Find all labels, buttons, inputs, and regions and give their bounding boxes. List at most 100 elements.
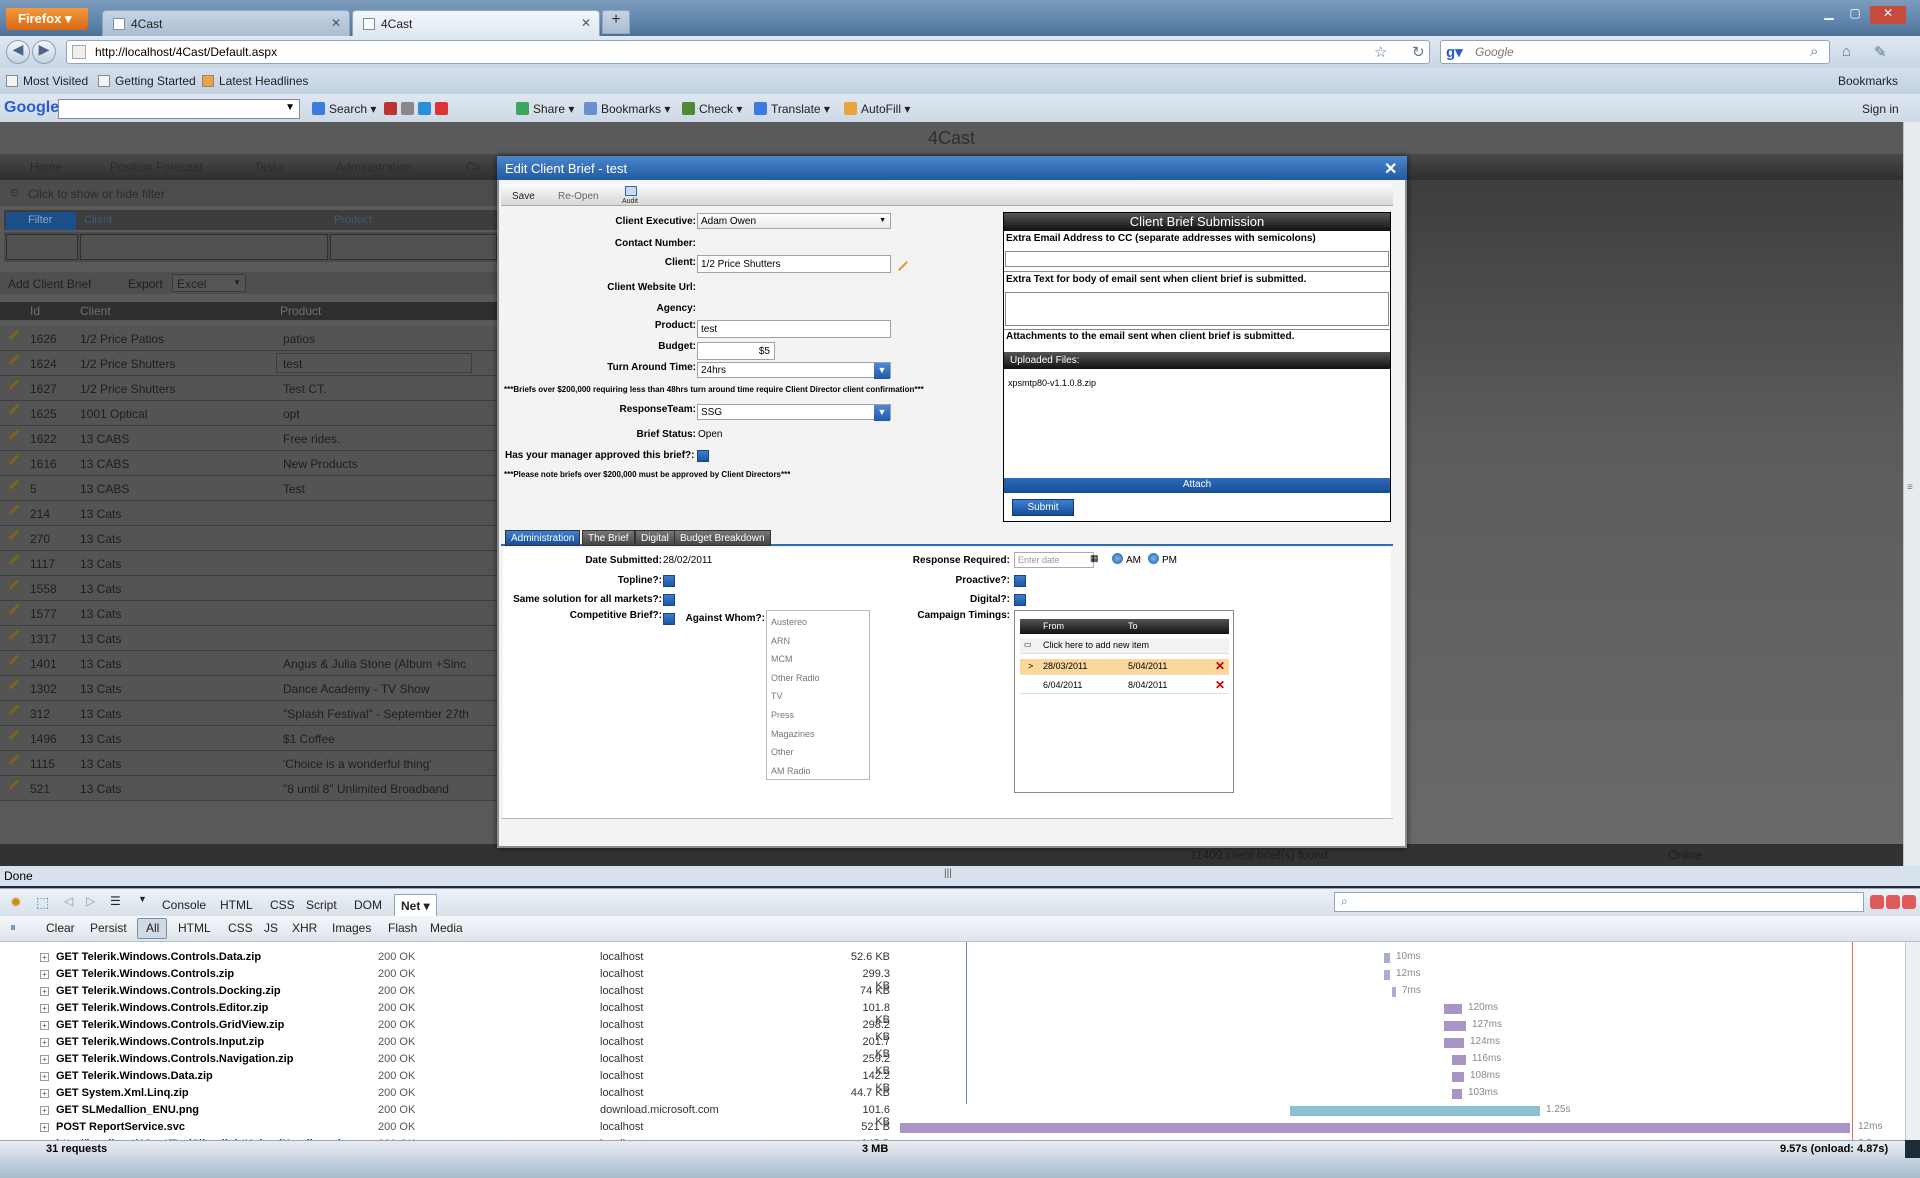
delete-icon[interactable]: ✕	[1215, 659, 1225, 673]
url-bar[interactable]: http://localhost/4Cast/Default.aspx	[66, 40, 1430, 64]
table-row[interactable]: 1496 13 Cats $1 Coffee	[0, 726, 497, 751]
calendar-icon[interactable]: ▦	[1090, 553, 1100, 567]
net-request-row[interactable]: + GET Telerik.Windows.Controls.Input.zip 2…	[0, 1034, 1905, 1060]
net-request-row[interactable]: + GET Telerik.Windows.Controls.GridView.z…	[0, 1017, 1905, 1043]
net-filter-images[interactable]: Images	[332, 921, 371, 935]
expand-icon[interactable]: +	[40, 970, 49, 979]
expand-icon[interactable]: +	[40, 953, 49, 962]
expand-icon[interactable]: +	[40, 1123, 49, 1132]
google-search-engine-icon[interactable]: g▾	[1446, 43, 1463, 61]
against-whom-option[interactable]: Press	[771, 710, 794, 720]
table-row[interactable]: 1577 13 Cats	[0, 601, 497, 626]
campaign-row[interactable]: >28/03/2011 5/04/2011 ✕	[1020, 659, 1229, 675]
request-url[interactable]: GET Telerik.Windows.Controls.Docking.zip	[56, 985, 281, 997]
inspect-icon[interactable]: ⬚	[36, 894, 49, 911]
edit-icon[interactable]	[8, 604, 20, 615]
close-tab-icon[interactable]: ✕	[331, 16, 341, 30]
menu-tasks[interactable]: Tasks	[254, 160, 285, 174]
google-search-button[interactable]: Search ▾	[312, 102, 376, 116]
expand-icon[interactable]: +	[40, 1038, 49, 1047]
edit-icon[interactable]	[8, 504, 20, 515]
edit-icon[interactable]	[8, 379, 20, 390]
response-team-select[interactable]: SSG ▼	[697, 404, 891, 421]
edit-icon[interactable]	[8, 404, 20, 415]
column-header-id[interactable]: Id	[30, 304, 40, 318]
budget-field[interactable]: $5	[697, 342, 775, 360]
fb-tab-dom[interactable]: DOM	[354, 898, 382, 912]
column-header-to[interactable]: To	[1128, 621, 1138, 631]
client-field[interactable]: 1/2 Price Shutters	[697, 255, 891, 273]
expand-icon[interactable]: +	[40, 1004, 49, 1013]
menu-position-forecast[interactable]: Position Forecast	[110, 160, 203, 174]
save-button[interactable]: Save	[512, 191, 535, 202]
browser-tab-2[interactable]: 4Cast ✕	[352, 10, 600, 36]
table-row[interactable]: 1317 13 Cats	[0, 626, 497, 651]
detach-firebug-icon[interactable]	[1886, 895, 1900, 909]
google-signin-button[interactable]: Sign in	[1862, 102, 1899, 116]
request-url[interactable]: GET SLMedallion_ENU.png	[56, 1104, 199, 1116]
tab-digital[interactable]: Digital	[635, 530, 675, 546]
google-toolbar-search-input[interactable]: ▼	[58, 99, 300, 119]
against-whom-option[interactable]: TV	[771, 691, 783, 701]
edit-icon[interactable]	[8, 354, 20, 365]
tab-administration[interactable]: Administration	[505, 530, 581, 546]
expand-icon[interactable]: +	[40, 1089, 49, 1098]
tab-the-brief[interactable]: The Brief	[582, 530, 635, 546]
fb-tab-css[interactable]: CSS	[270, 898, 295, 912]
maximize-icon[interactable]: ▢	[1844, 6, 1866, 24]
bookmark-latest-headlines[interactable]: Latest Headlines	[202, 74, 308, 88]
google-bookmarks-button[interactable]: Bookmarks ▾	[584, 102, 670, 116]
menu-administration[interactable]: Administration	[336, 160, 412, 174]
expand-icon[interactable]: +	[40, 1072, 49, 1081]
bookmarks-menu[interactable]: Bookmarks	[1838, 74, 1898, 88]
new-tab-button[interactable]: +	[602, 10, 630, 34]
edit-icon[interactable]	[8, 329, 20, 340]
filter-toggle-bar[interactable]: ⊙ Click to show or hide filter	[0, 180, 497, 206]
minimize-firebug-icon[interactable]	[1870, 895, 1884, 909]
turnaround-select[interactable]: 24hrs ▼	[697, 362, 891, 379]
net-request-row[interactable]: + GET System.Xml.Linq.zip 200 OK localhost 4…	[0, 1085, 1905, 1102]
table-row[interactable]: 1626 1/2 Price Patios patios	[0, 326, 497, 351]
edit-icon[interactable]	[8, 479, 20, 490]
table-row[interactable]: 1625 1001 Optical opt	[0, 401, 497, 426]
table-row[interactable]: 5 13 CABS Test	[0, 476, 497, 501]
forward-icon[interactable]: ▶	[32, 40, 56, 64]
close-tab-icon[interactable]: ✕	[581, 16, 591, 30]
edit-icon[interactable]	[8, 679, 20, 690]
client-executive-select[interactable]: Adam Owen ▼	[697, 213, 891, 229]
table-row[interactable]: 1627 1/2 Price Shutters Test CT.	[0, 376, 497, 401]
edit-icon[interactable]	[8, 529, 20, 540]
list-icon[interactable]: ☰	[110, 894, 121, 908]
export-format-select[interactable]: Excel ▼	[172, 274, 246, 292]
edit-icon[interactable]	[8, 704, 20, 715]
request-url[interactable]: GET Telerik.Windows.Controls.Editor.zip	[56, 1002, 268, 1014]
add-new-item-row[interactable]: ▭ Click here to add new item	[1020, 638, 1229, 654]
table-row[interactable]: 1117 13 Cats	[0, 551, 497, 576]
net-request-row[interactable]: + GET Telerik.Windows.Data.zip 200 OK local…	[0, 1068, 1905, 1094]
against-whom-option[interactable]: ARN	[771, 636, 790, 646]
expand-icon[interactable]: +	[40, 987, 49, 996]
topline-checkbox[interactable]	[663, 575, 675, 587]
edit-icon[interactable]	[8, 579, 20, 590]
reload-icon[interactable]: ↻	[1412, 43, 1425, 61]
forward-icon[interactable]: ▷	[86, 894, 95, 908]
extra-email-field[interactable]	[1005, 251, 1389, 267]
net-filter-flash[interactable]: Flash	[388, 921, 417, 935]
table-row[interactable]: 1401 13 Cats Angus & Julia Stone (Album +S…	[0, 651, 497, 676]
against-whom-option[interactable]: AM Radio	[771, 766, 811, 776]
edit-icon[interactable]	[8, 454, 20, 465]
net-request-row[interactable]: + GET SLMedallion_ENU.png 200 OK download.m…	[0, 1102, 1905, 1128]
net-filter-html[interactable]: HTML	[178, 921, 211, 935]
table-row[interactable]: 1302 13 Cats Dance Academy - TV Show	[0, 676, 497, 701]
against-whom-option[interactable]: Other	[771, 747, 794, 757]
filter-button[interactable]: Filter	[6, 212, 76, 230]
audit-icon[interactable]	[625, 186, 637, 196]
table-row[interactable]: 214 13 Cats	[0, 501, 497, 526]
browser-tab-1[interactable]: 4Cast ✕	[102, 10, 350, 36]
net-filter-js[interactable]: JS	[264, 921, 278, 935]
request-url[interactable]: GET Telerik.Windows.Controls.Input.zip	[56, 1036, 264, 1048]
expand-icon[interactable]: +	[40, 1106, 49, 1115]
fb-tab-console[interactable]: Console	[162, 898, 206, 912]
google-check-button[interactable]: Check ▾	[682, 102, 742, 116]
pause-icon[interactable]: ⏸	[10, 920, 16, 935]
